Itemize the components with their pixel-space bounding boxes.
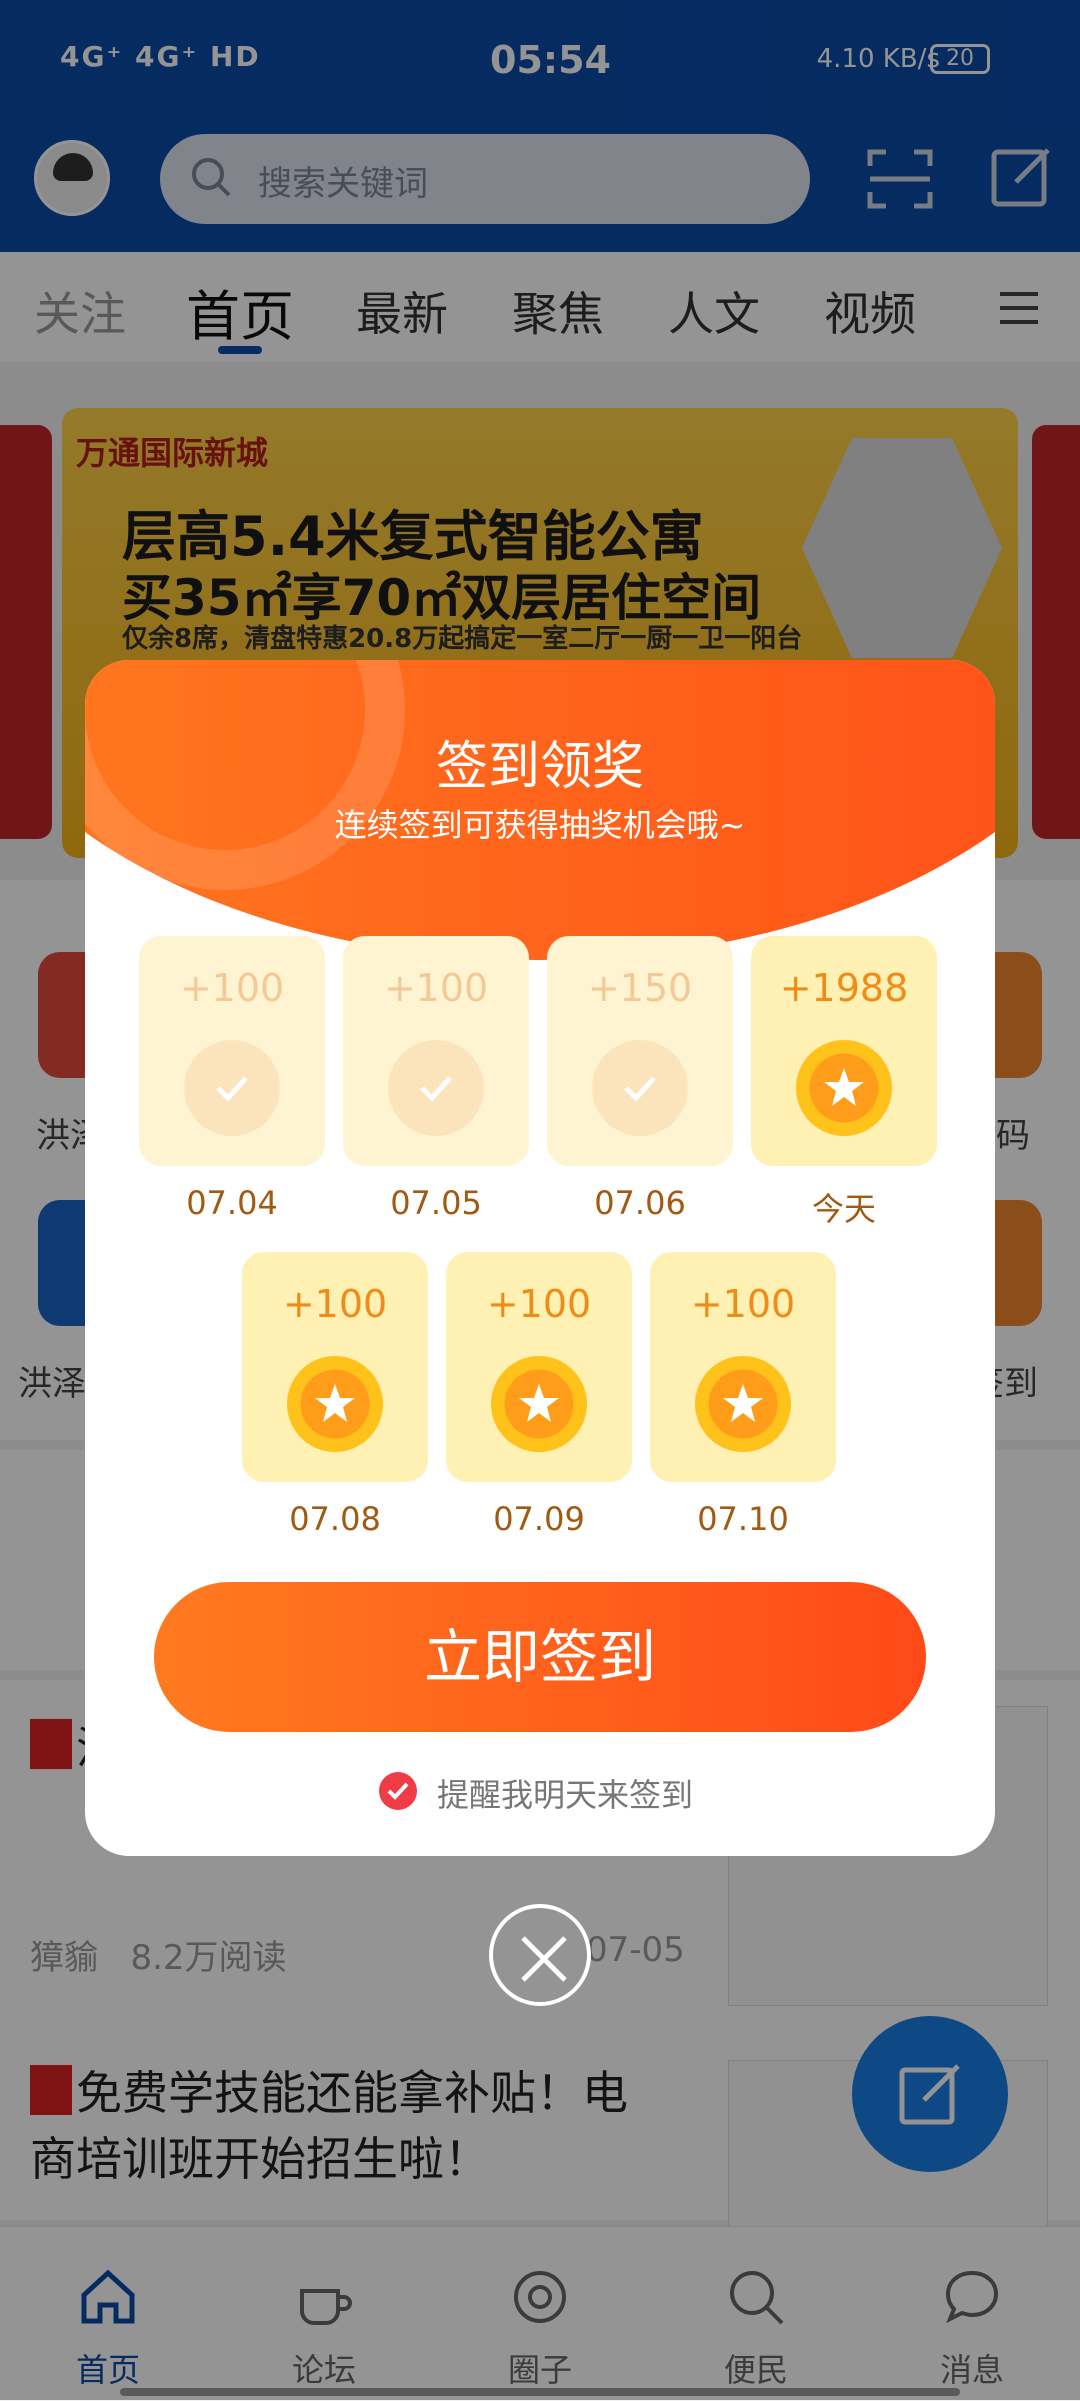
day-card-0709: +100 [446, 1252, 632, 1482]
day-card-today: +1988 [751, 936, 937, 1166]
day-date: 07.08 [289, 1500, 381, 1538]
check-icon [184, 1040, 280, 1136]
day-date: 07.09 [493, 1500, 585, 1538]
remind-label: 提醒我明天来签到 [437, 1776, 694, 1814]
day-points: +1988 [779, 966, 909, 1010]
day-card-0704: +100 [139, 936, 325, 1166]
day-date: 07.04 [186, 1184, 278, 1222]
star-coin-icon [491, 1356, 587, 1452]
day-points: +100 [282, 1282, 388, 1326]
day-points: +100 [690, 1282, 796, 1326]
check-icon [388, 1040, 484, 1136]
day-date: 07.10 [697, 1500, 789, 1538]
checkbox-checked-icon[interactable] [379, 1772, 417, 1810]
day-date: 07.06 [594, 1184, 686, 1222]
star-coin-icon [695, 1356, 791, 1452]
checkin-modal: 签到领奖 连续签到可获得抽奖机会哦~ +100 07.04 +100 07.05… [85, 660, 995, 1856]
close-button[interactable] [489, 1904, 591, 2006]
close-icon [521, 1936, 567, 1982]
day-points: +100 [383, 966, 489, 1010]
day-points: +100 [179, 966, 285, 1010]
day-date: 07.05 [390, 1184, 482, 1222]
day-card-0708: +100 [242, 1252, 428, 1482]
day-card-0705: +100 [343, 936, 529, 1166]
day-card-0710: +100 [650, 1252, 836, 1482]
day-card-0706: +150 [547, 936, 733, 1166]
star-coin-icon [287, 1356, 383, 1452]
day-date: 今天 [811, 1190, 876, 1228]
sign-in-button[interactable]: 立即签到 [154, 1582, 926, 1732]
check-icon [592, 1040, 688, 1136]
day-points: +150 [587, 966, 693, 1010]
modal-subtitle: 连续签到可获得抽奖机会哦~ [334, 806, 746, 844]
day-points: +100 [486, 1282, 592, 1326]
modal-title: 签到领奖 [435, 737, 644, 797]
remind-toggle[interactable]: 提醒我明天来签到 [85, 1766, 995, 1816]
star-coin-icon [796, 1040, 892, 1136]
